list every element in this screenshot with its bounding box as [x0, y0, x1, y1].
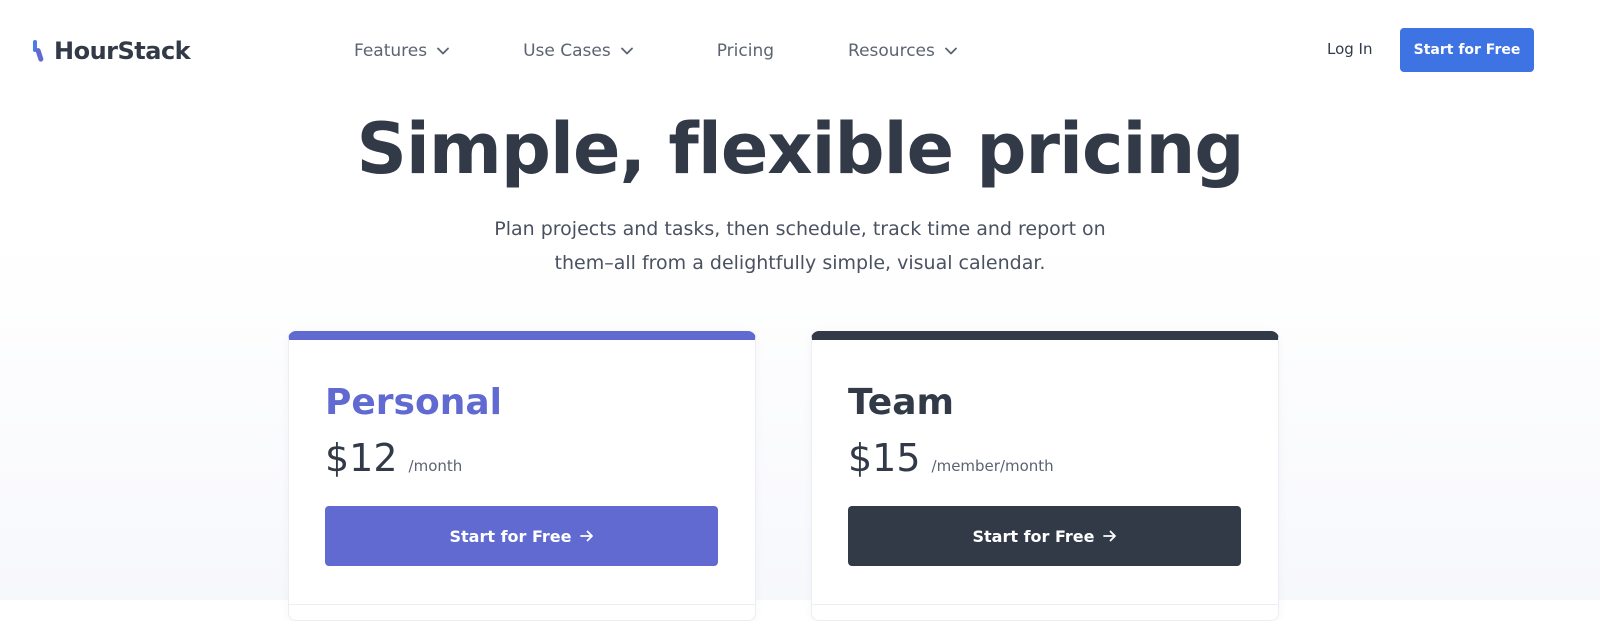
subtitle-line: them–all from a delightfully simple, vis… [554, 252, 1046, 274]
hourstack-logo-icon [33, 40, 44, 62]
page-subtitle: Plan projects and tasks, then schedule, … [400, 212, 1200, 280]
nav-item-label: Resources [848, 41, 935, 61]
price-row: $12 /month [325, 436, 462, 480]
chevron-down-icon [620, 47, 633, 55]
plan-card-personal: Personal $12 /month Start for Free [288, 331, 756, 621]
site-header: HourStack Features Use Cases Pricing Res… [0, 0, 1600, 100]
chevron-down-icon [437, 47, 450, 55]
page-title: Simple, flexible pricing [356, 108, 1245, 190]
nav-item-label: Pricing [716, 41, 775, 61]
nav-item-resources[interactable]: Resources [848, 41, 957, 61]
chevron-down-icon [944, 47, 957, 55]
nav-item-use-cases[interactable]: Use Cases [523, 41, 633, 61]
card-divider [289, 604, 755, 605]
logo-text: HourStack [54, 37, 191, 65]
card-divider [812, 604, 1278, 605]
plan-name: Personal [325, 382, 502, 423]
personal-start-button[interactable]: Start for Free [325, 506, 718, 566]
plan-name: Team [848, 382, 954, 423]
main-nav: Features Use Cases Pricing Resources [354, 40, 957, 62]
button-label: Start for Free [972, 526, 1095, 546]
start-for-free-button[interactable]: Start for Free [1400, 28, 1534, 72]
plan-period: /member/month [931, 457, 1054, 475]
arrow-right-icon [1102, 530, 1116, 542]
button-label: Start for Free [449, 526, 572, 546]
subtitle-line: Plan projects and tasks, then schedule, … [494, 218, 1106, 240]
login-link[interactable]: Log In [1327, 40, 1373, 58]
arrow-right-icon [579, 530, 593, 542]
nav-item-features[interactable]: Features [354, 41, 450, 61]
plan-period: /month [408, 457, 463, 475]
price-row: $15 /member/month [848, 436, 1054, 480]
plan-price: $15 [848, 436, 921, 480]
team-start-button[interactable]: Start for Free [848, 506, 1241, 566]
nav-item-label: Use Cases [523, 41, 611, 61]
plan-price: $12 [325, 436, 398, 480]
nav-item-pricing[interactable]: Pricing [717, 41, 774, 61]
plan-card-team: Team $15 /member/month Start for Free [811, 331, 1279, 621]
nav-item-label: Features [354, 41, 428, 61]
logo[interactable]: HourStack [32, 36, 191, 66]
